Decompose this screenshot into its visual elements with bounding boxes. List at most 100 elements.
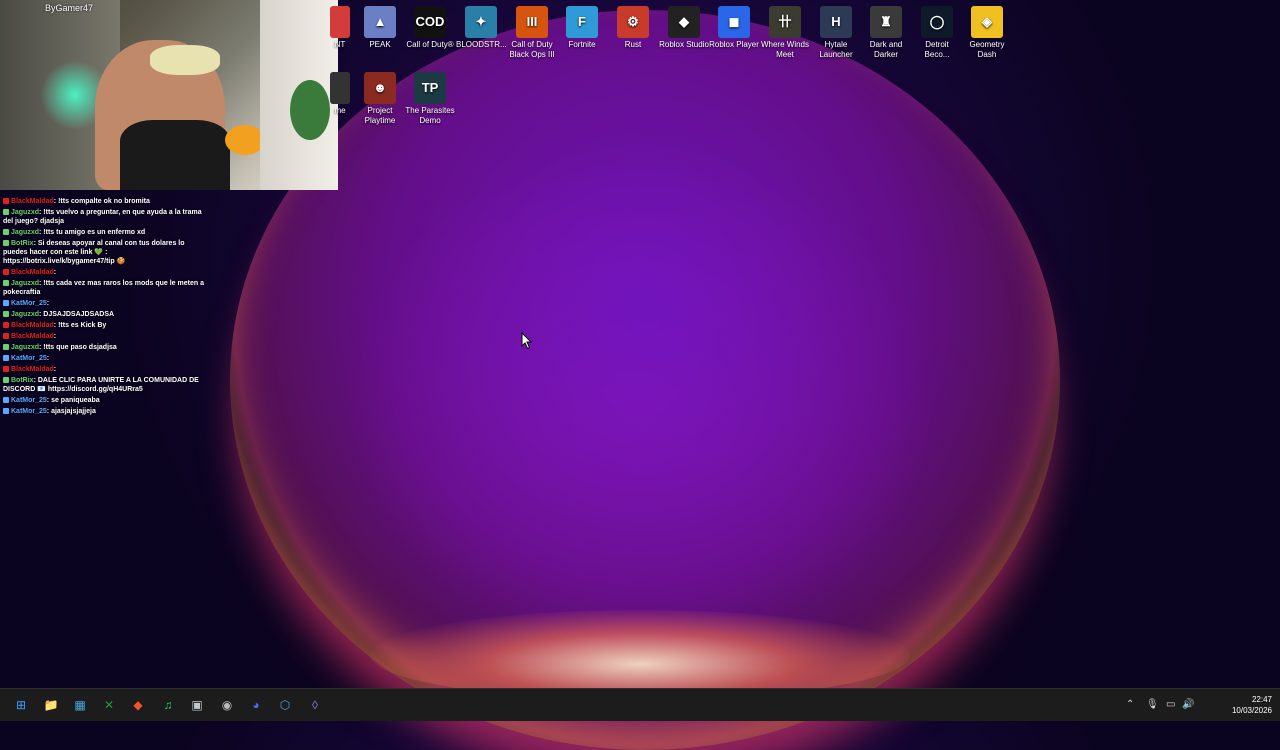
chat-username[interactable]: Jaguzxd: [11, 209, 39, 216]
desktop-icon-label: Geometry Dash: [969, 40, 1005, 59]
launcher-icon[interactable]: ◊: [305, 695, 325, 715]
chat-badge-icon: [3, 229, 9, 236]
chat-username[interactable]: Jaguzxd: [11, 311, 39, 318]
chat-text: : ajasjajsjajjeja: [46, 408, 96, 415]
desktop-icon[interactable]: NT: [330, 6, 350, 50]
desktop-icon-label: Call of Duty®: [406, 40, 454, 49]
chat-message: BotRix: DALE CLIC PARA UNIRTE A LA COMUN…: [0, 375, 210, 395]
chat-username[interactable]: BlackMaldad: [11, 269, 54, 276]
desktop-icon[interactable]: F Fortnite: [557, 6, 607, 50]
chat-badge-icon: [3, 344, 9, 351]
desktop-icon-label: Project Playtime: [364, 106, 396, 125]
desktop-icon[interactable]: H Hytale Launcher: [811, 6, 861, 60]
chat-text: : se paniqueaba: [46, 397, 100, 404]
desktop-icon-label: Hytale Launcher: [819, 40, 853, 59]
chat-message: BlackMaldad:: [0, 364, 210, 375]
start-button[interactable]: ⊞: [11, 695, 31, 715]
chat-message: BlackMaldad:: [0, 267, 210, 278]
clock-date: 10/03/2026: [1231, 706, 1272, 715]
chat-text: :: [46, 355, 50, 362]
desktop-icon[interactable]: COD Call of Duty®: [405, 6, 455, 50]
desktop-icon[interactable]: ◯ Detroit Beco...: [912, 6, 962, 60]
desktop-icon[interactable]: ◆ Roblox Studio: [659, 6, 709, 50]
chat-username[interactable]: BlackMaldad: [11, 333, 54, 340]
desktop-icon[interactable]: me: [330, 72, 350, 116]
valorant-icon: [330, 6, 350, 38]
chat-message: KatMor_25: se paniqueaba: [0, 395, 210, 406]
dark-and-darker-icon: ♜: [870, 6, 902, 38]
steam-icon[interactable]: ⬡: [275, 695, 295, 715]
volume-icon[interactable]: 🔊: [1182, 699, 1194, 710]
geometry-dash-icon: ◈: [971, 6, 1003, 38]
desktop-icon[interactable]: 卄 Where Winds Meet: [760, 6, 810, 60]
black-ops-icon: III: [516, 6, 548, 38]
chat-badge-icon: [3, 322, 9, 329]
obs-icon[interactable]: ◉: [217, 695, 237, 715]
roblox-player-icon: ◼: [718, 6, 750, 38]
microphone-icon[interactable]: 🎙: [1146, 699, 1159, 710]
desktop-icon-label: Dark and Darker: [869, 40, 903, 59]
display-icon[interactable]: ▭: [1166, 699, 1175, 710]
chat-username[interactable]: Jaguzxd: [11, 229, 39, 236]
chat-username[interactable]: KatMor_25: [11, 355, 47, 362]
rust-icon: ⚙: [617, 6, 649, 38]
chat-message: Jaguzxd: DJSAJDSAJDSADSA: [0, 309, 210, 320]
desktop-icon[interactable]: III Call of Duty Black Ops III: [507, 6, 557, 60]
file-explorer-icon[interactable]: 📁: [41, 695, 61, 715]
chat-message: Jaguzxd: !tts vuelvo a preguntar, en que…: [0, 207, 210, 227]
roblox-studio-icon: ◆: [668, 6, 700, 38]
desktop-icon-label: me: [334, 106, 346, 115]
parasites-icon: TP: [414, 72, 446, 104]
chat-message: BlackMaldad: !tts compalte ok no bromita: [0, 196, 210, 207]
chat-text: :: [53, 269, 57, 276]
clock[interactable]: 22:47 10/03/2026: [1226, 694, 1272, 716]
desktop-icon[interactable]: ✦ BLOODSTR...: [456, 6, 507, 50]
chat-username[interactable]: BotRix: [11, 377, 34, 384]
webcam-feed: ByGamer47: [0, 0, 338, 190]
chat-badge-icon: [3, 366, 9, 373]
chat-username[interactable]: BlackMaldad: [11, 198, 54, 205]
chat-username[interactable]: Jaguzxd: [11, 344, 39, 351]
webcam-overlay-text: ByGamer47: [45, 3, 94, 13]
desktop-icon-label: Detroit Beco...: [924, 40, 950, 59]
spotify-icon[interactable]: ♫: [158, 695, 178, 715]
desktop-icon[interactable]: ▲ PEAK: [355, 6, 405, 50]
stream-chat: BlackMaldad: !tts compalte ok no bromita…: [0, 196, 210, 417]
brave-icon[interactable]: ◆: [128, 695, 148, 715]
desktop-icon[interactable]: ♜ Dark and Darker: [861, 6, 911, 60]
desktop-icon-label: PEAK: [369, 40, 391, 49]
desktop-icon[interactable]: TP The Parasites Demo: [405, 72, 455, 126]
chat-badge-icon: [3, 209, 9, 216]
chat-text: : !tts es Kick By: [53, 322, 107, 329]
chat-username[interactable]: KatMor_25: [11, 408, 47, 415]
desktop-icon[interactable]: ◈ Geometry Dash: [962, 6, 1012, 60]
chat-username[interactable]: KatMor_25: [11, 397, 47, 404]
desktop-icon-label: Fortnite: [568, 40, 596, 49]
xbox-icon[interactable]: ✕: [99, 695, 119, 715]
desktop-icon[interactable]: ⚙ Rust: [608, 6, 658, 50]
chat-badge-icon: [3, 355, 9, 362]
chat-badge-icon: [3, 377, 9, 384]
chat-username[interactable]: BlackMaldad: [11, 366, 54, 373]
discord-icon[interactable]: ◕: [246, 695, 266, 715]
desktop-icon[interactable]: ◼ Roblox Player: [709, 6, 759, 50]
chat-badge-icon: [3, 300, 9, 307]
bloodstrike-icon: ✦: [465, 6, 497, 38]
chat-username[interactable]: Jaguzxd: [11, 280, 39, 287]
chat-message: KatMor_25:: [0, 353, 210, 364]
chat-message: KatMor_25:: [0, 298, 210, 309]
chat-username[interactable]: KatMor_25: [11, 300, 47, 307]
chat-text: :: [46, 300, 50, 307]
chat-username[interactable]: BlackMaldad: [11, 322, 54, 329]
app-icon[interactable]: ▣: [187, 695, 207, 715]
mouse-cursor-icon: [521, 332, 533, 350]
chat-text: : !tts compalte ok no bromita: [53, 198, 150, 205]
photos-icon[interactable]: ▦: [70, 695, 90, 715]
fortnite-icon: F: [566, 6, 598, 38]
desktop-icon-label: NT: [334, 40, 346, 49]
hytale-icon: H: [820, 6, 852, 38]
desktop-icon[interactable]: ☻ Project Playtime: [355, 72, 405, 126]
taskbar: ⊞ 📁 ▦ ✕ ◆ ♫ ▣ ◉ ◕ ⬡ ◊ ⌃ 🎙 ▭ 🔊 22:47 10/03/2026: [0, 688, 1280, 721]
chat-username[interactable]: BotRix: [11, 240, 34, 247]
chevron-up-icon[interactable]: ⌃: [1126, 699, 1134, 710]
